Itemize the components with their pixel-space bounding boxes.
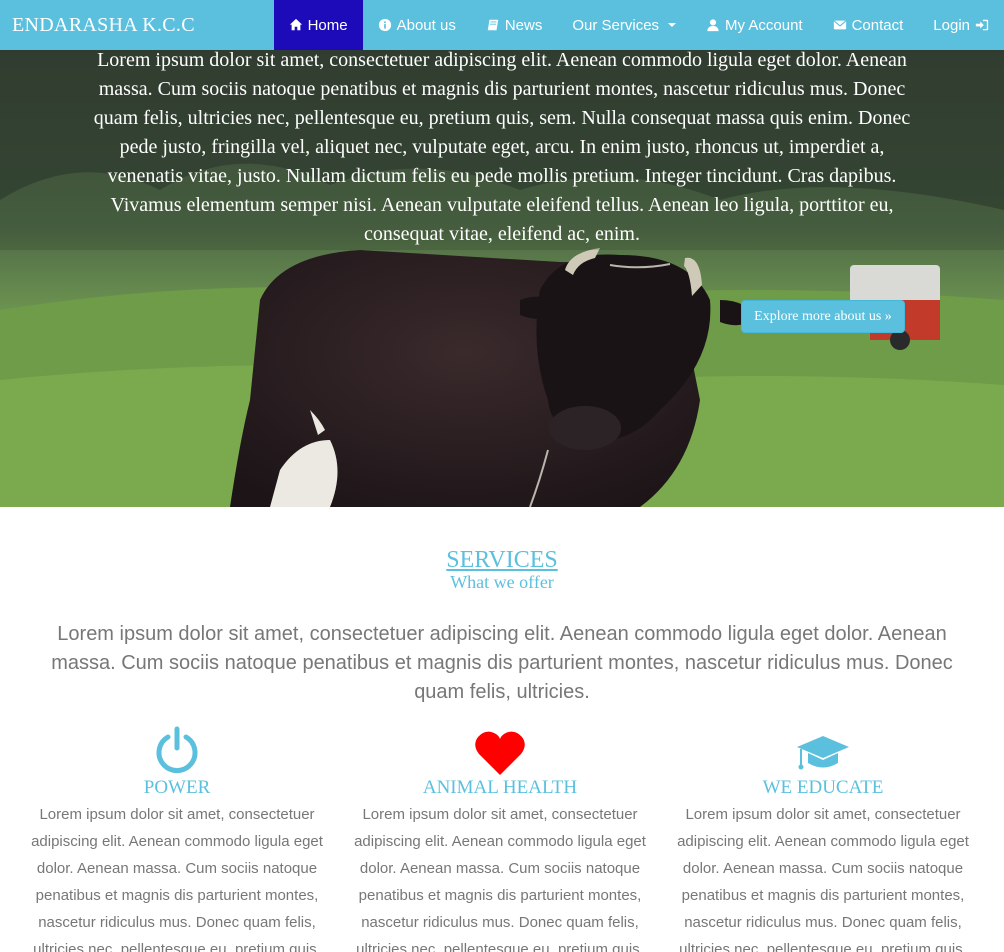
- service-description: Lorem ipsum dolor sit amet, consectetuer…: [354, 806, 646, 952]
- services-heading[interactable]: SERVICES: [0, 547, 1004, 574]
- heart-icon: [475, 731, 525, 775]
- sign-in-icon: [975, 19, 989, 31]
- nav-about-label: About us: [396, 16, 456, 34]
- services-intro-text: Lorem ipsum dolor sit amet, consectetuer…: [51, 623, 953, 703]
- chevron-down-icon: [668, 23, 677, 27]
- info-icon: [378, 18, 391, 32]
- nav-contact-label: Contact: [851, 16, 904, 34]
- hero-paragraph: Lorem ipsum dolor sit amet, consectetuer…: [93, 49, 911, 245]
- user-icon: [707, 19, 719, 32]
- envelope-icon: [833, 20, 846, 30]
- book-icon: [487, 19, 499, 31]
- service-title: POWER: [143, 777, 211, 798]
- service-column-animal-health: ANIMAL HEALTH Lorem ipsum dolor sit amet…: [350, 724, 650, 952]
- graduation-cap-icon: [797, 736, 849, 770]
- power-icon: [156, 726, 198, 774]
- nav-home[interactable]: Home: [273, 0, 363, 50]
- home-icon: [289, 18, 302, 31]
- nav-news[interactable]: News: [471, 0, 558, 50]
- service-description: Lorem ipsum dolor sit amet, consectetuer…: [677, 806, 969, 952]
- nav-menu: Home About us News Our Services My Accou…: [273, 0, 1004, 50]
- site-brand[interactable]: ENDARASHA K.C.C: [0, 14, 274, 37]
- nav-my-account[interactable]: My Account: [691, 0, 818, 50]
- nav-our-services-dropdown[interactable]: Our Services: [557, 0, 691, 50]
- nav-login[interactable]: Login: [918, 0, 1004, 50]
- nav-about[interactable]: About us: [363, 0, 471, 50]
- service-title: WE EDUCATE: [762, 777, 884, 798]
- service-title: ANIMAL HEALTH: [422, 777, 578, 798]
- nav-contact[interactable]: Contact: [818, 0, 919, 50]
- explore-more-button[interactable]: Explore more about us »: [741, 300, 905, 333]
- top-navbar: ENDARASHA K.C.C Home About us News Our S…: [0, 0, 1004, 50]
- nav-services-label: Our Services: [572, 16, 660, 34]
- service-description: Lorem ipsum dolor sit amet, consectetuer…: [31, 806, 323, 952]
- hero-banner: Lorem ipsum dolor sit amet, consectetuer…: [0, 0, 1004, 507]
- nav-home-label: Home: [307, 16, 348, 34]
- nav-account-label: My Account: [725, 16, 803, 34]
- service-column-we-educate: WE EDUCATE Lorem ipsum dolor sit amet, c…: [673, 724, 973, 952]
- nav-login-label: Login: [933, 16, 970, 34]
- services-subtitle: What we offer: [450, 572, 554, 592]
- service-column-power: POWER Lorem ipsum dolor sit amet, consec…: [27, 724, 327, 952]
- nav-news-label: News: [504, 16, 543, 34]
